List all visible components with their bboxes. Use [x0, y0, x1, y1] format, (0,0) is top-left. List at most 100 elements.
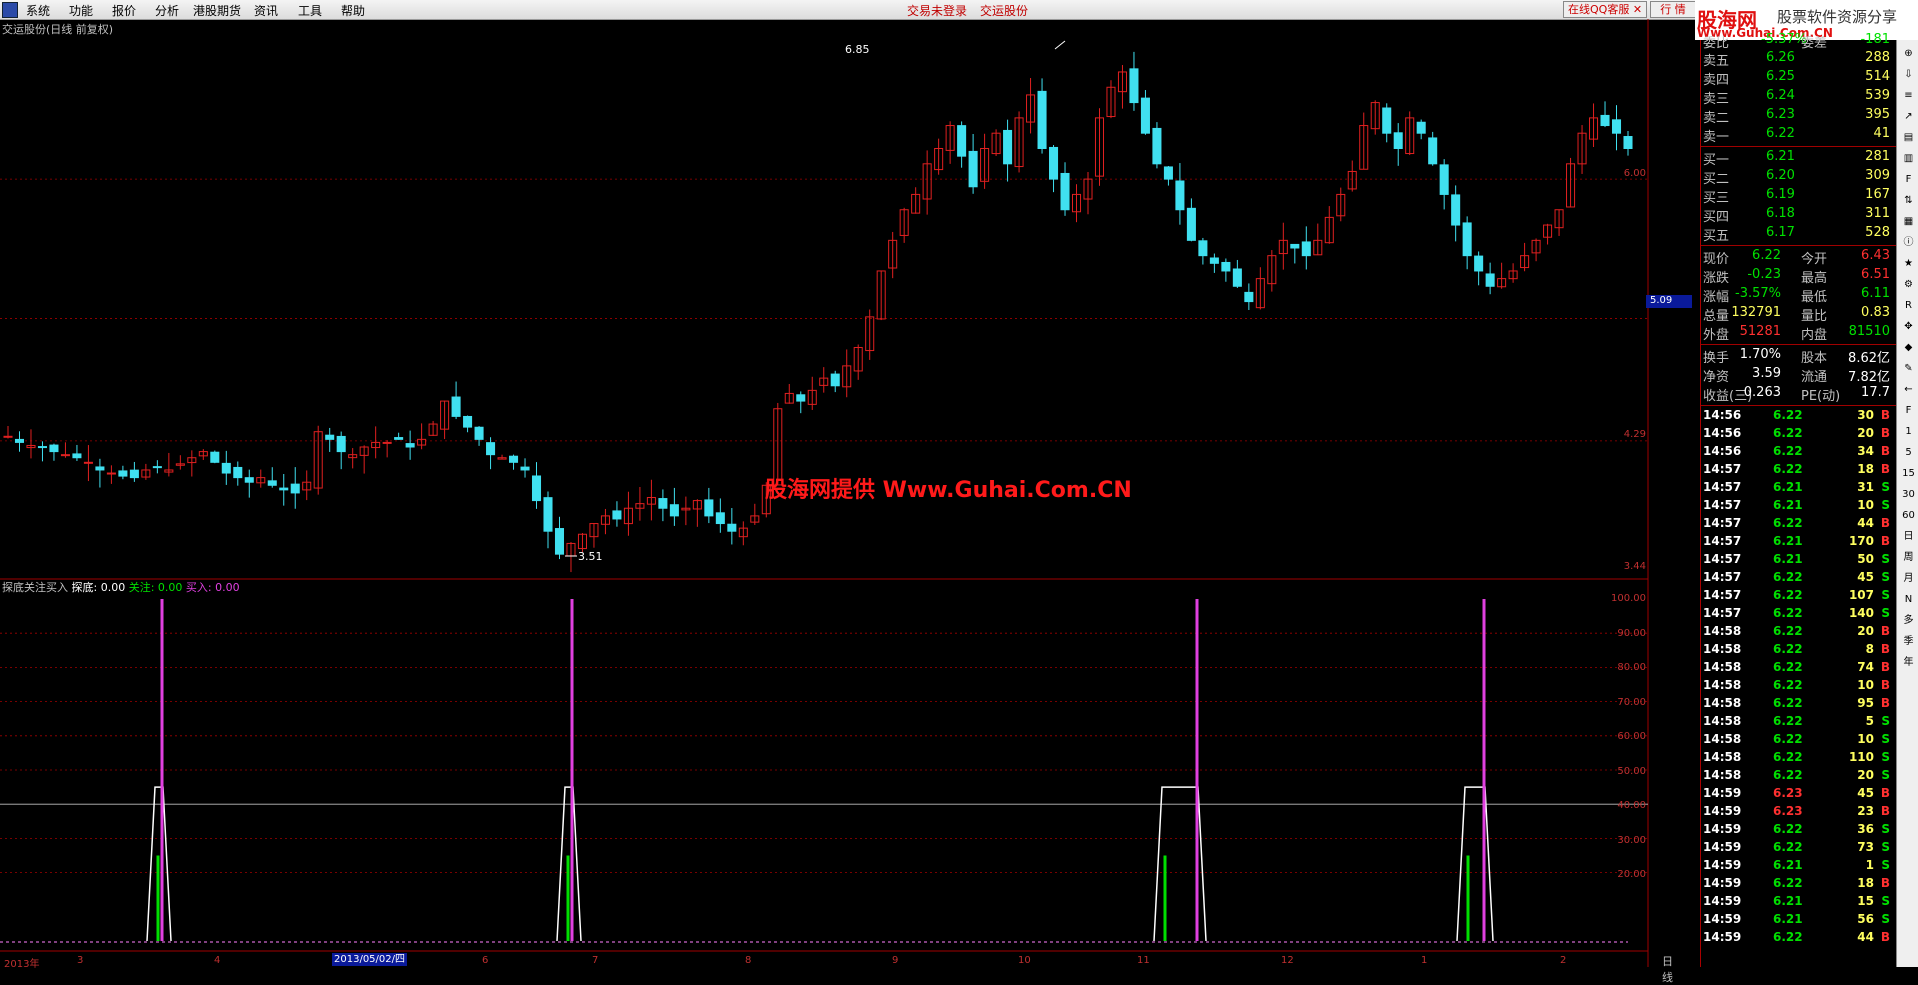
tick-volume: 170	[1848, 534, 1874, 548]
period-button[interactable]: 60	[1899, 506, 1918, 525]
fund-label: 流通	[1801, 370, 1828, 385]
period-label[interactable]: 日线	[1662, 953, 1673, 985]
period-button[interactable]: N	[1899, 590, 1918, 609]
tick-row: 14:57 6.21 170 B	[1701, 534, 1896, 552]
tick-row: 14:59 6.21 15 S	[1701, 894, 1896, 912]
tick-side: S	[1881, 822, 1890, 836]
tick-time: 14:59	[1703, 786, 1742, 800]
tick-time: 14:58	[1703, 750, 1742, 764]
tick-volume: 31	[1857, 480, 1874, 494]
period-button[interactable]: 多	[1899, 611, 1918, 630]
settings-icon[interactable]: ⚙	[1899, 275, 1918, 294]
tick-volume: 45	[1857, 570, 1874, 584]
tick-volume: 23	[1857, 804, 1874, 818]
stats-row: 外盘 51281 内盘 81510	[1701, 324, 1896, 343]
candle-body	[244, 477, 254, 483]
candle-body	[221, 462, 231, 474]
bid-level-1-price: 6.21	[1766, 149, 1795, 164]
period-button[interactable]: 5	[1899, 443, 1918, 462]
tick-row: 14:57 6.22 44 B	[1701, 516, 1896, 534]
bid-level-2-price: 6.20	[1766, 168, 1795, 183]
arrow-down-icon[interactable]: ⇩	[1899, 65, 1918, 84]
bid-level-1: 买一 6.21 281	[1701, 149, 1896, 168]
menu-analysis[interactable]: 分析	[155, 2, 179, 19]
rsi-icon[interactable]: R	[1899, 296, 1918, 315]
menu-function[interactable]: 功能	[69, 2, 93, 19]
tick-time: 14:56	[1703, 444, 1742, 458]
trend-icon[interactable]: ↗	[1899, 107, 1918, 126]
stat-value: 6.22	[1752, 248, 1781, 263]
tick-side: B	[1880, 678, 1890, 692]
candle-body	[14, 438, 25, 443]
quote-tab[interactable]: 行 情	[1650, 1, 1696, 18]
menu-tools[interactable]: 工具	[298, 2, 322, 19]
period-button[interactable]: 15	[1899, 464, 1918, 483]
fundamentals-row: 收益(三) 0.263 PE(动) 17.7	[1701, 385, 1896, 404]
sort-icon[interactable]: ⇅	[1899, 191, 1918, 210]
tick-side: S	[1881, 912, 1890, 926]
f10-icon[interactable]: F	[1899, 170, 1918, 189]
app-logo-icon	[2, 2, 18, 18]
menu-help[interactable]: 帮助	[341, 2, 365, 19]
arrow-left-icon[interactable]: ←	[1899, 380, 1918, 399]
bid-level-3: 买三 6.19 167	[1701, 187, 1896, 206]
fs-icon[interactable]: F	[1899, 401, 1918, 420]
tick-price: 6.21	[1773, 480, 1803, 494]
period-button[interactable]: 年	[1899, 653, 1918, 672]
tick-time: 14:57	[1703, 552, 1742, 566]
table-icon[interactable]: ▦	[1899, 212, 1918, 231]
bid-level-2: 买二 6.20 309	[1701, 168, 1896, 187]
fav-icon[interactable]: ★	[1899, 254, 1918, 273]
nav-icon[interactable]: ◆	[1899, 338, 1918, 357]
candle-body	[1474, 255, 1484, 272]
bid-level-4: 买四 6.18 311	[1701, 206, 1896, 225]
pencil-icon[interactable]: ✎	[1899, 359, 1918, 378]
ask-level-2: 卖二 6.23 395	[1701, 107, 1896, 126]
menu-quote[interactable]: 报价	[112, 2, 136, 19]
candle-body	[267, 480, 277, 486]
indicator-watch-value: 关注: 0.00	[128, 581, 183, 594]
list-icon[interactable]: ≡	[1899, 86, 1918, 105]
tick-price: 6.22	[1773, 462, 1803, 476]
move-icon[interactable]: ✥	[1899, 317, 1918, 336]
period-button[interactable]: 周	[1899, 548, 1918, 567]
chart-icon[interactable]: ▥	[1899, 149, 1918, 168]
date-tick-6: 6	[482, 955, 489, 966]
tick-time: 14:59	[1703, 894, 1742, 908]
tick-price: 6.22	[1773, 750, 1803, 764]
close-icon[interactable]: ✕	[1633, 3, 1642, 16]
indicator-name: 探底关注买入	[2, 581, 68, 594]
fund-value: 7.82亿	[1848, 370, 1890, 385]
tick-time: 14:59	[1703, 876, 1742, 890]
tick-price: 6.22	[1773, 768, 1803, 782]
period-button[interactable]: 30	[1899, 485, 1918, 504]
info-icon[interactable]: ⓘ	[1899, 233, 1918, 252]
doc-icon[interactable]: ▤	[1899, 128, 1918, 147]
tick-price: 6.22	[1773, 444, 1803, 458]
ask-level-5-volume: 288	[1865, 50, 1890, 65]
tick-side: S	[1881, 894, 1890, 908]
qq-service-button[interactable]: 在线QQ客服 ✕	[1563, 1, 1648, 18]
menu-system[interactable]: 系统	[26, 2, 50, 19]
trade-login-status[interactable]: 交易未登录	[907, 2, 967, 19]
period-button[interactable]: 季	[1899, 632, 1918, 651]
stat-label: 内盘	[1801, 328, 1828, 343]
fund-separator	[1701, 344, 1896, 345]
zoom-in-icon[interactable]: ⊕	[1899, 44, 1918, 63]
tick-time: 14:57	[1703, 570, 1742, 584]
tick-time: 14:58	[1703, 642, 1742, 656]
tick-volume: 20	[1857, 426, 1874, 440]
kline-chart-area[interactable]: 交运股份(日线 前复权) 6.85 3.51 6.00 4.29 3.44 5.…	[0, 19, 1692, 984]
tick-volume: 95	[1857, 696, 1874, 710]
stat-label: 总量	[1703, 309, 1730, 324]
candle-body	[1290, 243, 1300, 249]
tick-row: 14:57 6.22 107 S	[1701, 588, 1896, 606]
period-button[interactable]: 日	[1899, 527, 1918, 546]
tick-volume: 20	[1857, 768, 1874, 782]
menu-hk-futures[interactable]: 港股期货	[193, 2, 241, 19]
menu-news[interactable]: 资讯	[254, 2, 278, 19]
period-button[interactable]: 1	[1899, 422, 1918, 441]
tick-volume: 10	[1857, 498, 1874, 512]
period-button[interactable]: 月	[1899, 569, 1918, 588]
stat-label: 最高	[1801, 271, 1828, 286]
